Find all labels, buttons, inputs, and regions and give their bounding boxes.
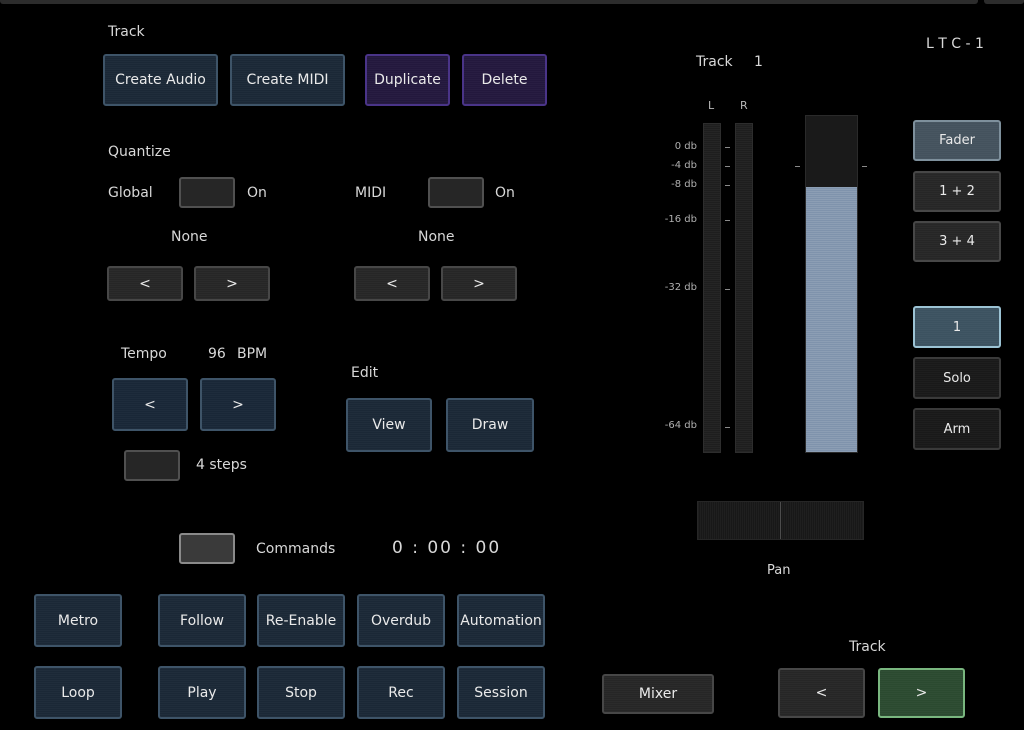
track-number-button[interactable]: 1 <box>913 306 1001 348</box>
volume-fader[interactable] <box>805 115 858 453</box>
overdub-button[interactable]: Overdub <box>357 594 445 647</box>
channels-1-2-button[interactable]: 1 + 2 <box>913 171 1001 212</box>
midi-quantize-next-button[interactable]: > <box>441 266 517 301</box>
ltc-label: L T C - 1 <box>926 36 984 52</box>
steps-label: 4 steps <box>196 457 247 473</box>
duplicate-button[interactable]: Duplicate <box>365 54 450 106</box>
tempo-unit: BPM <box>237 346 268 362</box>
arm-button[interactable]: Arm <box>913 408 1001 450</box>
global-on-label: On <box>247 185 267 201</box>
midi-quantize-value: None <box>418 229 455 245</box>
delete-button[interactable]: Delete <box>462 54 547 106</box>
timecode-display: 0 : 00 : 00 <box>392 538 502 558</box>
midi-label: MIDI <box>355 185 387 201</box>
session-button[interactable]: Session <box>457 666 545 719</box>
edit-heading: Edit <box>351 365 379 381</box>
pan-center-marker <box>780 502 781 539</box>
metro-button[interactable]: Metro <box>34 594 122 647</box>
track-heading: Track <box>108 24 145 40</box>
tempo-next-button[interactable]: > <box>200 378 276 431</box>
solo-button[interactable]: Solo <box>913 357 1001 399</box>
track-next-button[interactable]: > <box>878 668 965 718</box>
automation-button[interactable]: Automation <box>457 594 545 647</box>
global-label: Global <box>108 185 153 201</box>
scale-tick <box>725 147 730 148</box>
pan-slider[interactable] <box>697 501 864 540</box>
view-button[interactable]: View <box>346 398 432 452</box>
tempo-prev-button[interactable]: < <box>112 378 188 431</box>
channels-3-4-button[interactable]: 3 + 4 <box>913 221 1001 262</box>
global-quantize-value: None <box>171 229 208 245</box>
meter-track-label: Track <box>696 54 733 70</box>
rec-button[interactable]: Rec <box>357 666 445 719</box>
reenable-button[interactable]: Re-Enable <box>257 594 345 647</box>
scale-tick <box>725 166 730 167</box>
fader-fill <box>806 186 857 452</box>
play-button[interactable]: Play <box>158 666 246 719</box>
top-bar-right <box>984 0 1024 4</box>
quantize-heading: Quantize <box>108 144 171 160</box>
stop-button[interactable]: Stop <box>257 666 345 719</box>
db-label-16: -16 db <box>664 214 697 225</box>
create-audio-button[interactable]: Create Audio <box>103 54 218 106</box>
steps-toggle[interactable] <box>124 450 180 481</box>
scale-tick <box>725 289 730 290</box>
scale-tick <box>725 427 730 428</box>
db-label-64: -64 db <box>664 420 697 431</box>
mixer-button[interactable]: Mixer <box>602 674 714 714</box>
right-level-meter <box>735 123 753 453</box>
top-bar <box>0 0 978 4</box>
commands-label: Commands <box>256 541 336 557</box>
db-label-32: -32 db <box>664 282 697 293</box>
draw-button[interactable]: Draw <box>446 398 534 452</box>
db-label-0: 0 db <box>674 141 697 152</box>
global-quantize-next-button[interactable]: > <box>194 266 270 301</box>
loop-button[interactable]: Loop <box>34 666 122 719</box>
fader-tick-left <box>795 166 800 167</box>
midi-on-label: On <box>495 185 515 201</box>
scale-tick <box>725 185 730 186</box>
midi-quantize-toggle[interactable] <box>428 177 484 208</box>
db-label-8: -8 db <box>671 179 697 190</box>
fader-tick-right <box>862 166 867 167</box>
follow-button[interactable]: Follow <box>158 594 246 647</box>
tempo-value: 96 <box>208 346 226 362</box>
commands-toggle[interactable] <box>179 533 235 564</box>
midi-quantize-prev-button[interactable]: < <box>354 266 430 301</box>
track-nav-label: Track <box>849 639 886 655</box>
left-channel-label: L <box>708 99 715 112</box>
pan-label: Pan <box>767 563 791 578</box>
create-midi-button[interactable]: Create MIDI <box>230 54 345 106</box>
right-channel-label: R <box>740 99 748 112</box>
tempo-label: Tempo <box>121 346 167 362</box>
left-level-meter <box>703 123 721 453</box>
scale-tick <box>725 220 730 221</box>
fader-mode-button[interactable]: Fader <box>913 120 1001 161</box>
meter-track-number: 1 <box>754 54 763 70</box>
global-quantize-toggle[interactable] <box>179 177 235 208</box>
db-label-4: -4 db <box>671 160 697 171</box>
global-quantize-prev-button[interactable]: < <box>107 266 183 301</box>
track-prev-button[interactable]: < <box>778 668 865 718</box>
